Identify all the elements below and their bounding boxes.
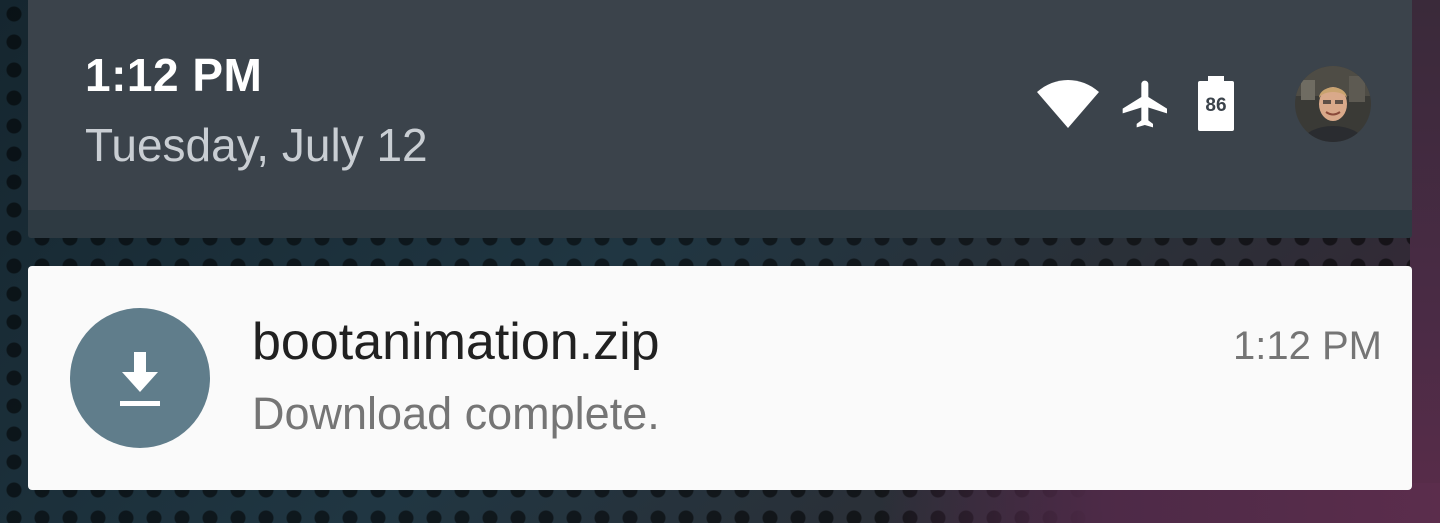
quick-settings-shadow [28,210,1412,238]
avatar[interactable] [1295,66,1371,142]
notification-time: 1:12 PM [1233,324,1382,368]
wifi-icon [1037,80,1099,128]
battery-level: 86 [1205,95,1227,116]
status-icons: 86 [1036,66,1371,150]
airplane-icon [1122,80,1167,128]
download-icon [70,308,210,448]
wallpaper [1410,0,1440,523]
clock-date[interactable]: Tuesday, July 12 [85,118,428,172]
notification-title: bootanimation.zip [252,313,660,371]
notification-text: Download complete. [252,388,660,439]
download-notification[interactable]: bootanimation.zip Download complete. 1:1… [28,266,1412,490]
quick-settings-header[interactable]: 1:12 PM Tuesday, July 12 86 [28,0,1412,210]
clock-time[interactable]: 1:12 PM [85,48,262,102]
